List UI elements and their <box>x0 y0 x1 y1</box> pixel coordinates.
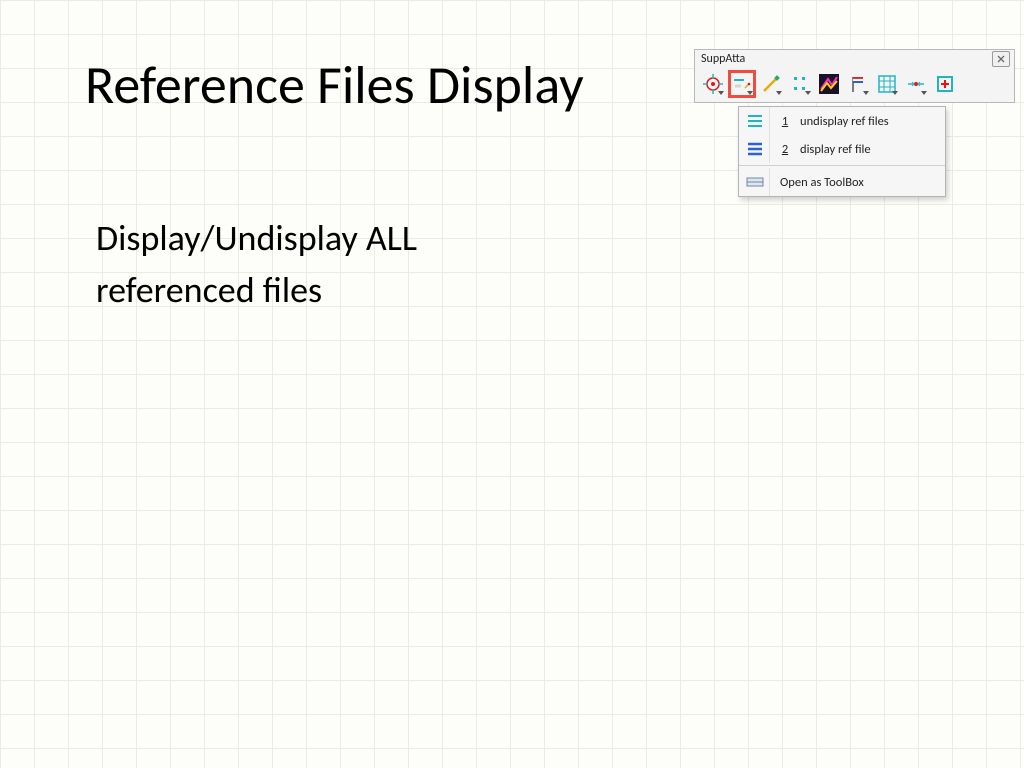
display-lines-icon <box>741 135 770 163</box>
edit-line-icon[interactable] <box>759 72 783 96</box>
chevron-down-icon <box>805 91 811 95</box>
toolbox-icon <box>741 168 770 196</box>
flag-icon[interactable] <box>846 72 870 96</box>
chevron-down-icon <box>921 91 927 95</box>
nodes-icon[interactable] <box>788 72 812 96</box>
toolbar-titlebar[interactable]: SuppAtta <box>695 50 1014 68</box>
menu-separator <box>739 165 945 166</box>
center-point-icon[interactable] <box>904 72 928 96</box>
close-icon[interactable] <box>992 51 1010 67</box>
toolbar-title: SuppAtta <box>701 52 745 66</box>
chevron-down-icon <box>718 91 724 95</box>
slide-title: Reference Files Display <box>85 52 584 118</box>
ref-display-dropdown: 1 undisplay ref files 2 display ref file… <box>738 106 946 197</box>
chevron-down-icon <box>747 91 753 95</box>
chevron-down-icon <box>863 91 869 95</box>
target-icon[interactable] <box>701 72 725 96</box>
undisplay-lines-icon <box>741 107 770 135</box>
menu-item-open-toolbox[interactable]: Open as ToolBox <box>739 168 945 196</box>
slide-body-text: Display/Undisplay ALL referenced files <box>96 212 536 316</box>
menu-item-number: 1 <box>778 114 792 129</box>
chevron-down-icon <box>776 91 782 95</box>
toolbar-row <box>695 68 1014 102</box>
menu-item-display-ref[interactable]: 2 display ref file <box>739 135 945 163</box>
add-box-icon[interactable] <box>933 72 957 96</box>
menu-item-undisplay-ref[interactable]: 1 undisplay ref files <box>739 107 945 135</box>
menu-item-label: display ref file <box>796 142 939 157</box>
chevron-down-icon <box>892 91 898 95</box>
toolbar-panel: SuppAtta <box>694 49 1015 103</box>
ref-display-icon[interactable] <box>730 72 754 96</box>
menu-item-label: undisplay ref files <box>796 114 939 129</box>
layers-icon[interactable] <box>817 72 841 96</box>
grid-icon[interactable] <box>875 72 899 96</box>
menu-item-number: 2 <box>778 142 792 157</box>
menu-item-label: Open as ToolBox <box>778 175 939 190</box>
